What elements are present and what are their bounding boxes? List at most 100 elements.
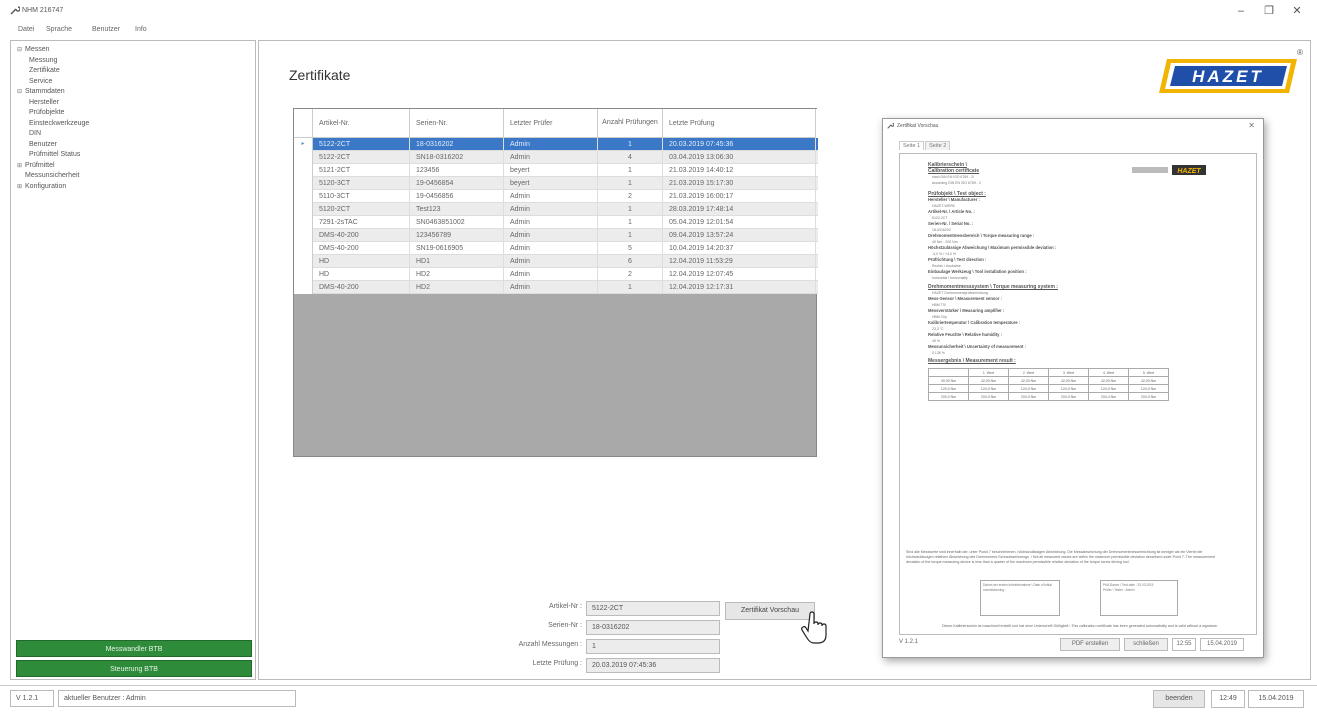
expand-icon[interactable]: ⊞	[17, 182, 25, 193]
tab-seite-2[interactable]: Seite 2	[925, 141, 951, 150]
menu-sprache[interactable]: Sprache	[46, 26, 72, 33]
table-header: Artikel-Nr. Serien-Nr. Letzter Prüfer An…	[294, 109, 818, 138]
doc-section-result: Messergebnis \ Measurement result :	[928, 358, 1016, 364]
table-row[interactable]: 5120-2CT Test123 Admin 1 28.03.2019 17:48:14	[294, 203, 818, 216]
cell-serien-nr: HD2	[410, 268, 504, 281]
tree-item-benutzer[interactable]: Benutzer	[17, 140, 89, 151]
tree-item-pruefobjekte[interactable]: Prüfobjekte	[17, 108, 89, 119]
serien-field: 18-0316202	[586, 620, 720, 635]
tree-item-stammdaten[interactable]: ⊟ Stammdaten	[17, 87, 89, 98]
row-selector[interactable]	[294, 151, 313, 164]
cell-letzte-pruefung: 21.03.2019 16:00:17	[663, 190, 816, 203]
table-row[interactable]: DMS-40-200 SN19-0616905 Admin 5 10.04.2019 1…	[294, 242, 818, 255]
result-cell: 124,0 Nm	[968, 384, 1009, 393]
result-cell: 203,0 Nm	[1008, 392, 1049, 401]
table-row[interactable]: 5121-2CT 123456 beyert 1 21.03.2019 14:40:12	[294, 164, 818, 177]
result-cell: 3. Wert	[1048, 368, 1089, 377]
preview-time: 12:55	[1172, 638, 1196, 651]
tree-item-pruefmittel[interactable]: ⊞ Prüfmittel	[17, 161, 89, 172]
table-row[interactable]: DMS-40-200 HD2 Admin 1 12.04.2019 12:17:31	[294, 281, 818, 294]
tree-item-pruefmittel-status[interactable]: Prüfmittel Status	[17, 150, 89, 161]
cell-letzte-pruefung: 20.03.2019 07:45:36	[663, 138, 816, 151]
menu-benutzer[interactable]: Benutzer	[92, 26, 120, 33]
tree-item-hersteller[interactable]: Hersteller	[17, 98, 89, 109]
result-table: 1. Wert 2. Wert 3. Wert 4. Wert 5. Wert 40,00…	[928, 368, 1169, 401]
certificate-document: Kalibrierschein \ Calibration certificat…	[928, 162, 1233, 401]
cell-letzte-pruefung: 12.04.2019 11:53:29	[663, 255, 816, 268]
tree-item-service[interactable]: Service	[17, 77, 89, 88]
table-row[interactable]: HD HD2 Admin 2 12.04.2019 12:07:45	[294, 268, 818, 281]
close-button[interactable]: ✕	[1284, 3, 1310, 19]
doc-footer: Dieser Kalibrierschein ist maschinell er…	[942, 624, 1218, 628]
table-row[interactable]: ▸ 5122-2CT 18-0316202 Admin 1 20.03.2019 07:4…	[294, 138, 818, 151]
table-row[interactable]: 5110-3CT 19-0456856 Admin 2 21.03.2019 16:00…	[294, 190, 818, 203]
table-row[interactable]: DMS-40-200 123456789 Admin 1 09.04.2019 13:5…	[294, 229, 818, 242]
table-row[interactable]: 5122-2CT SN18-0316202 Admin 4 03.04.2019 13:…	[294, 151, 818, 164]
wrench-icon	[10, 5, 21, 17]
cell-letzter-pruefer: Admin	[504, 268, 598, 281]
tree-item-zertifikate[interactable]: Zertifikate	[17, 66, 89, 77]
expand-icon[interactable]: ⊞	[17, 161, 25, 172]
table-row[interactable]: 7291-2sTAC SN0463851002 Admin 1 05.04.2019 1…	[294, 216, 818, 229]
result-cell: 203,0 Nm	[1128, 392, 1169, 401]
cell-letzte-pruefung: 03.04.2019 13:06:30	[663, 151, 816, 164]
result-row: 40,00 Nm 42,00 Nm 42,03 Nm 42,00 Nm 42,00 Nm…	[928, 376, 1169, 385]
row-selector[interactable]	[294, 164, 313, 177]
column-anzahl-pruefungen[interactable]: Anzahl Prüfungen	[598, 109, 663, 138]
tree-item-messen[interactable]: ⊟ Messen	[17, 45, 89, 56]
table-row[interactable]: 5120-3CT 19-0456854 beyert 1 21.03.2019 15:1…	[294, 177, 818, 190]
column-letzter-pruefer[interactable]: Letzter Prüfer	[504, 109, 598, 138]
result-cell: 124,0 Nm	[1088, 384, 1129, 393]
doc-note: Sind alle Messwerte sind innerhalb der, …	[906, 550, 1215, 564]
maximize-button[interactable]: ❐	[1256, 3, 1282, 19]
cell-serien-nr: 123456	[410, 164, 504, 177]
cell-serien-nr: 19-0456854	[410, 177, 504, 190]
row-selector[interactable]	[294, 268, 313, 281]
tree-item-messung[interactable]: Messung	[17, 56, 89, 67]
collapse-icon[interactable]: ⊟	[17, 87, 25, 98]
close-preview-button[interactable]: schließen	[1124, 638, 1168, 651]
row-selector[interactable]	[294, 203, 313, 216]
doc-sig-label: Datum der ersten Inbetriebnahme \ Date o…	[983, 583, 1052, 592]
table-row[interactable]: HD HD1 Admin 6 12.04.2019 11:53:29	[294, 255, 818, 268]
certificates-table[interactable]: Artikel-Nr. Serien-Nr. Letzter Prüfer An…	[293, 108, 818, 457]
column-serien-nr[interactable]: Serien-Nr.	[410, 109, 504, 138]
cell-serien-nr: 123456789	[410, 229, 504, 242]
messwandler-button[interactable]: Messwandler BTB	[16, 640, 252, 657]
minimize-button[interactable]: –	[1228, 3, 1254, 19]
cell-serien-nr: SN0463851002	[410, 216, 504, 229]
artikel-label: Artikel-Nr :	[548, 603, 582, 610]
steuerung-button[interactable]: Steuerung BTB	[16, 660, 252, 677]
row-selector[interactable]	[294, 177, 313, 190]
tree-item-konfiguration[interactable]: ⊞ Konfiguration	[17, 182, 89, 193]
column-artikel-nr[interactable]: Artikel-Nr.	[313, 109, 410, 138]
tree-item-din[interactable]: DIN	[17, 129, 89, 140]
row-selector[interactable]	[294, 229, 313, 242]
cell-anzahl-pruefungen: 1	[598, 281, 663, 294]
tree-label: Prüfobjekte	[29, 109, 65, 116]
cell-letzte-pruefung: 12.04.2019 12:07:45	[663, 268, 816, 281]
row-selector[interactable]	[294, 190, 313, 203]
row-selector[interactable]	[294, 281, 313, 294]
collapse-icon[interactable]: ⊟	[17, 45, 25, 56]
row-selector[interactable]	[294, 242, 313, 255]
tree-item-messunsicherheit[interactable]: Messunsicherheit	[17, 171, 89, 182]
menu-datei[interactable]: Datei	[18, 26, 34, 33]
row-selector[interactable]: ▸	[294, 138, 313, 151]
tree-item-einsteckwerkzeuge[interactable]: Einsteckwerkzeuge	[17, 119, 89, 130]
doc-sig-label: Prüf-Datum \ Test date :	[1103, 583, 1137, 587]
create-pdf-button[interactable]: PDF erstellen	[1060, 638, 1120, 651]
exit-button[interactable]: beenden	[1153, 690, 1205, 708]
row-selector[interactable]	[294, 255, 313, 268]
doc-sig-value: 20.03.2019	[1137, 583, 1154, 587]
row-header-corner	[294, 109, 313, 138]
column-letzte-pruefung[interactable]: Letzte Prüfung	[663, 109, 816, 138]
row-selector[interactable]	[294, 216, 313, 229]
tree-label: Zertifikate	[29, 67, 60, 74]
preview-close-icon[interactable]: ✕	[1248, 121, 1255, 130]
cell-serien-nr: SN19-0616905	[410, 242, 504, 255]
tab-seite-1[interactable]: Seite 1	[899, 141, 925, 150]
menu-info[interactable]: Info	[135, 26, 147, 33]
preview-date: 15.04.2019	[1200, 638, 1244, 651]
initial-commissioning-box: Datum der ersten Inbetriebnahme \ Date o…	[980, 580, 1060, 616]
